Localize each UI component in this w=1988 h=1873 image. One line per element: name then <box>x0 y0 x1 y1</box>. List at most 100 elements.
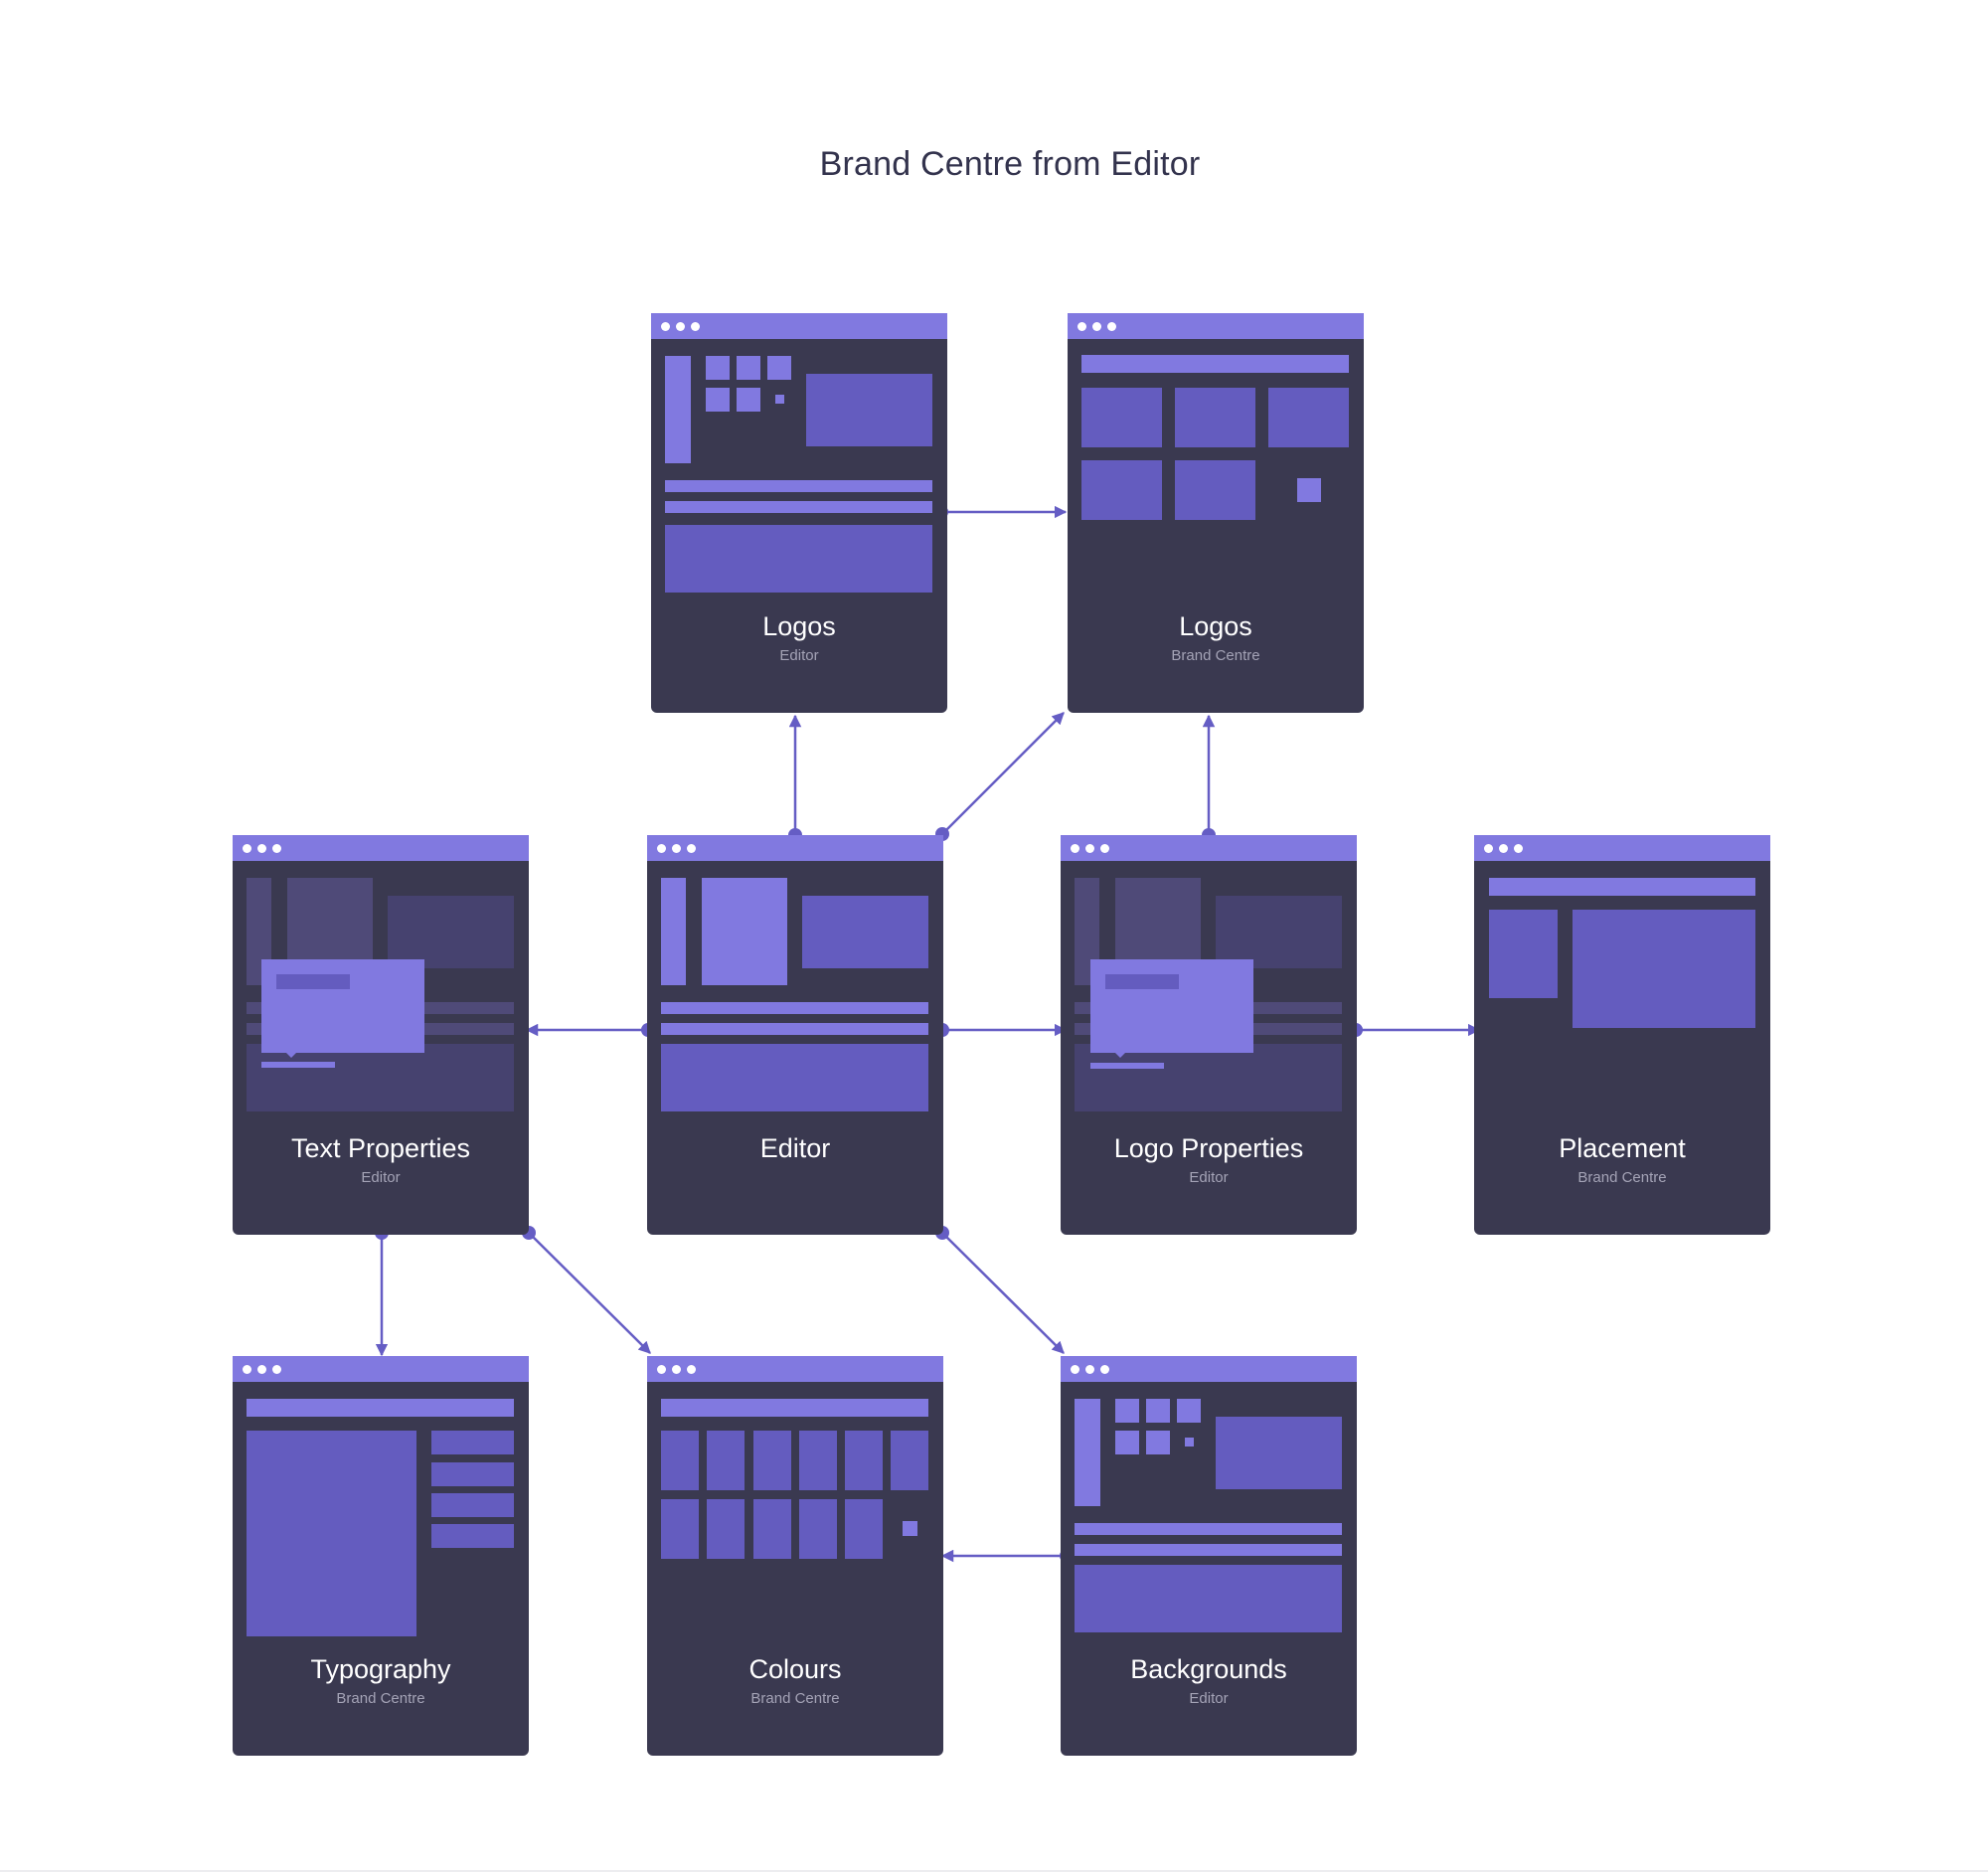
wire-thumb <box>1146 1431 1170 1454</box>
window-dot-icon <box>1514 844 1523 853</box>
wire-swatch <box>799 1499 837 1559</box>
wire-thumb <box>767 356 791 380</box>
connector-editor-to-backgrounds <box>935 1226 1065 1354</box>
window-dot-icon <box>257 844 266 853</box>
wire-canvas <box>1216 1417 1342 1489</box>
window-dot-icon <box>676 322 685 331</box>
card-title: Editor <box>759 1133 831 1163</box>
window-dot-icon <box>272 844 281 853</box>
window-titlebar <box>1061 835 1357 861</box>
wire-canvas <box>1573 910 1755 1028</box>
window-dot-icon <box>1071 1365 1079 1374</box>
window-dot-icon <box>672 844 681 853</box>
card-logo-properties[interactable]: Logo Properties Editor <box>1061 835 1357 1235</box>
wire-sidebar <box>1075 1399 1100 1506</box>
connector-text-properties-to-colours <box>522 1226 651 1354</box>
connector-logo-properties-to-logos-brand <box>1202 714 1216 842</box>
wire-header-bar <box>661 1399 928 1417</box>
window-titlebar <box>651 313 947 339</box>
wire-swatch <box>845 1499 883 1559</box>
card-placement[interactable]: Placement Brand Centre <box>1474 835 1770 1235</box>
wire-selection-line <box>261 1062 335 1068</box>
card-title: Logo Properties <box>1113 1133 1304 1163</box>
bottom-divider <box>0 1870 1988 1872</box>
wire-swatch <box>661 1431 699 1490</box>
window-dot-icon <box>243 844 251 853</box>
card-context: Brand Centre <box>1577 1169 1667 1186</box>
window-dot-icon <box>1100 844 1109 853</box>
wire-add-icon <box>1185 1438 1194 1447</box>
card-context: Editor <box>1189 1169 1229 1186</box>
wire-thumb <box>1115 1431 1139 1454</box>
wire-bar <box>1075 1544 1342 1556</box>
wire-swatch <box>891 1431 928 1490</box>
window-dot-icon <box>691 322 700 331</box>
card-text-properties[interactable]: Text Properties Editor <box>233 835 529 1235</box>
wire-add-icon <box>1297 478 1321 502</box>
window-titlebar <box>647 835 943 861</box>
card-title: Logos <box>1179 611 1252 641</box>
wire-bar <box>661 1023 928 1035</box>
card-editor[interactable]: Editor <box>647 835 943 1235</box>
popover-pointer-icon <box>1115 1053 1125 1058</box>
window-dot-icon <box>657 1365 666 1374</box>
wire-block <box>702 878 787 985</box>
card-title: Typography <box>310 1654 451 1684</box>
wire-tile <box>1081 388 1162 447</box>
card-logos-editor[interactable]: Logos Editor <box>651 313 947 713</box>
wire-swatch <box>707 1499 745 1559</box>
card-context: Editor <box>779 647 819 664</box>
wire-selection-line <box>1090 1063 1164 1069</box>
connector-logos-editor-to-logos-brand <box>934 505 1068 519</box>
window-dot-icon <box>661 322 670 331</box>
window-titlebar <box>233 1356 529 1382</box>
card-colours[interactable]: Colours Brand Centre <box>647 1356 943 1756</box>
window-dot-icon <box>257 1365 266 1374</box>
wire-thumb <box>737 388 760 412</box>
window-dot-icon <box>1484 844 1493 853</box>
card-title: Colours <box>748 1654 842 1684</box>
wire-thumb <box>706 356 730 380</box>
window-dot-icon <box>1077 322 1086 331</box>
popover-pointer-icon <box>286 1053 296 1058</box>
card-context: Brand Centre <box>750 1690 840 1707</box>
wire-bar <box>661 1002 928 1014</box>
wire-list-item <box>431 1431 514 1454</box>
wire-bar <box>1075 1523 1342 1535</box>
wire-list-item <box>431 1462 514 1486</box>
wire-sidebar <box>661 878 686 985</box>
wire-panel <box>661 1044 928 1111</box>
window-titlebar <box>1061 1356 1357 1382</box>
connector-editor-to-logo-properties <box>935 1023 1068 1037</box>
wire-swatch <box>753 1499 791 1559</box>
window-dot-icon <box>1100 1365 1109 1374</box>
connector-text-properties-to-typography <box>375 1226 389 1357</box>
wire-thumb <box>706 388 730 412</box>
card-context: Brand Centre <box>1171 647 1260 664</box>
window-dot-icon <box>1071 844 1079 853</box>
wire-thumb <box>1177 1399 1201 1423</box>
connector-editor-to-logos-brand <box>935 712 1065 841</box>
card-backgrounds[interactable]: Backgrounds Editor <box>1061 1356 1357 1756</box>
window-titlebar <box>1474 835 1770 861</box>
card-logos-brand-centre[interactable]: Logos Brand Centre <box>1068 313 1364 713</box>
window-titlebar <box>233 835 529 861</box>
card-typography[interactable]: Typography Brand Centre <box>233 1356 529 1756</box>
card-context: Brand Centre <box>336 1690 425 1707</box>
wire-thumb <box>1146 1399 1170 1423</box>
connector-editor-to-logos-editor <box>788 714 802 842</box>
window-dot-icon <box>243 1365 251 1374</box>
card-title: Placement <box>1559 1133 1686 1163</box>
card-title: Logos <box>762 611 836 641</box>
wire-panel <box>665 525 932 593</box>
card-context: Editor <box>1189 1690 1229 1707</box>
wire-header-bar <box>1081 355 1349 373</box>
wire-thumb <box>1115 1399 1139 1423</box>
wire-panel <box>1075 1565 1342 1632</box>
wire-tile <box>1268 388 1349 447</box>
wire-swatch <box>799 1431 837 1490</box>
wire-tile <box>1081 460 1162 520</box>
wire-tile <box>1175 388 1255 447</box>
wire-swatch <box>707 1431 745 1490</box>
wire-header-bar <box>1489 878 1755 896</box>
